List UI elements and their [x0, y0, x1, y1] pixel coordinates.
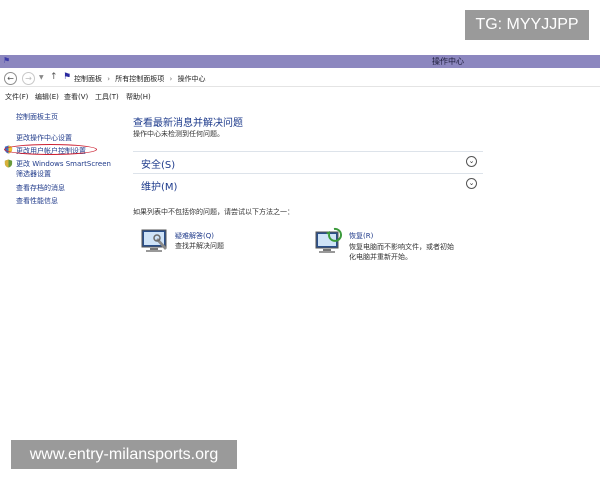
crumb-all-items[interactable]: 所有控制面板项 [115, 75, 164, 83]
menu-tools[interactable]: 工具(T) [95, 92, 119, 102]
highlight-circle-annotation [4, 144, 97, 155]
troubleshoot-description: 查找并解决问题 [175, 242, 224, 250]
window-title: 操作中心 [432, 57, 464, 66]
up-arrow-icon[interactable]: ↑ [50, 72, 58, 82]
help-hint: 如果列表中不包括你的问题，请尝试以下方法之一： [133, 208, 294, 216]
back-arrow-icon[interactable]: ← [4, 72, 17, 85]
sidebar-link-performance-info[interactable]: 查看性能信息 [16, 196, 58, 206]
flag-icon: ⚑ [3, 56, 11, 65]
sidebar-link-smartscreen-line2[interactable]: 筛选器设置 [16, 169, 51, 179]
sidebar-link-archived-messages[interactable]: 查看存档的消息 [16, 183, 65, 193]
recent-pages-chevron-icon[interactable]: ▼ [39, 74, 44, 81]
page-title: 查看最新消息并解决问题 [133, 118, 243, 129]
status-message: 操作中心未检测到任何问题。 [133, 130, 224, 138]
window-titlebar[interactable]: ⚑ 操作中心 [0, 55, 600, 68]
forward-arrow-icon[interactable]: → [22, 72, 35, 85]
address-bar: ← → ▼ ↑ ⚑ 控制面板 › 所有控制面板项 › 操作中心 [0, 70, 600, 87]
chevron-down-icon[interactable]: ⌄ [466, 156, 477, 167]
sidebar-link-home[interactable]: 控制面板主页 [16, 112, 58, 122]
recovery-icon[interactable] [314, 226, 344, 256]
flag-icon: ⚑ [63, 72, 72, 82]
crumb-control-panel[interactable]: 控制面板 [74, 75, 102, 83]
crumb-separator: › [107, 75, 111, 83]
section-maintenance[interactable]: 维护(M) ⌄ [133, 173, 483, 193]
watermark-url: www.entry-milansports.org [11, 440, 237, 469]
menu-edit[interactable]: 编辑(E) [35, 92, 59, 102]
troubleshoot-icon[interactable] [140, 226, 170, 256]
menu-view[interactable]: 查看(V) [64, 92, 88, 102]
section-security[interactable]: 安全(S) ⌄ [133, 151, 483, 171]
crumb-separator: › [169, 75, 173, 83]
menu-file[interactable]: 文件(F) [5, 92, 29, 102]
section-maintenance-label: 维护(M) [141, 182, 178, 193]
breadcrumb: 控制面板 › 所有控制面板项 › 操作中心 [74, 74, 209, 84]
menu-help[interactable]: 帮助(H) [126, 92, 151, 102]
recovery-description-line1: 恢复电脑而不影响文件，或者初始 [349, 243, 454, 251]
menu-bar: 文件(F) 编辑(E) 查看(V) 工具(T) 帮助(H) [0, 90, 600, 102]
recovery-description-line2: 化电脑并重新开始。 [349, 253, 412, 261]
smartscreen-shield-icon [4, 159, 13, 168]
recovery-link[interactable]: 恢复(R) [349, 231, 373, 241]
crumb-action-center[interactable]: 操作中心 [178, 75, 206, 83]
sidebar-link-action-center-settings[interactable]: 更改操作中心设置 [16, 133, 72, 143]
troubleshoot-link[interactable]: 疑难解答(Q) [175, 231, 214, 241]
sidebar-link-smartscreen[interactable]: 更改 Windows SmartScreen [16, 159, 111, 169]
chevron-down-icon[interactable]: ⌄ [466, 178, 477, 189]
section-security-label: 安全(S) [141, 160, 176, 171]
watermark-tg: TG: MYYJJPP [465, 10, 589, 40]
